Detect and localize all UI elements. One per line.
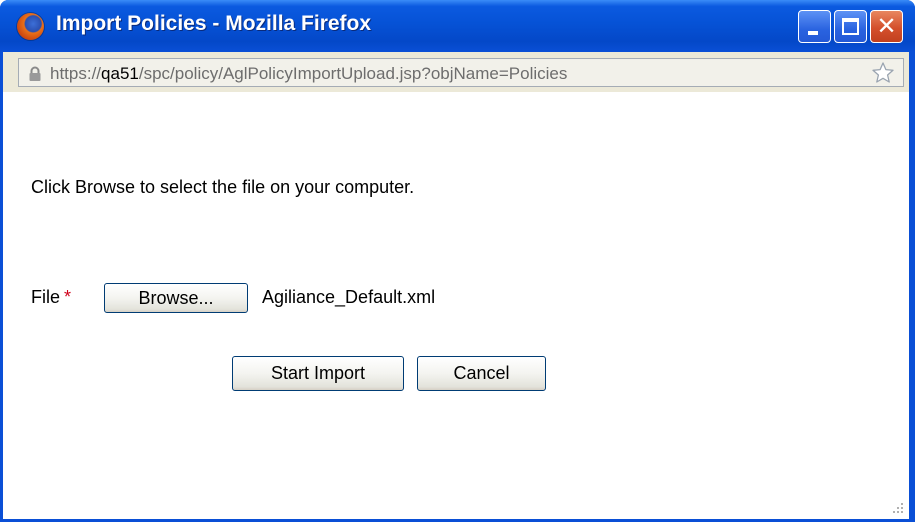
file-label: File *	[31, 287, 71, 308]
url-path: /spc/policy/AglPolicyImportUpload.jsp?ob…	[138, 64, 568, 83]
cancel-button[interactable]: Cancel	[417, 356, 546, 391]
browse-button[interactable]: Browse...	[104, 283, 248, 313]
url-prefix: https://	[50, 64, 102, 83]
star-icon[interactable]	[871, 61, 895, 85]
url-host: qa51	[101, 64, 139, 83]
address-bar: https://qa51/spc/policy/AglPolicyImportU…	[3, 52, 909, 92]
browser-window: Import Policies - Mozilla Firefox ✕ http…	[0, 0, 915, 522]
instructions-text: Click Browse to select the file on your …	[31, 177, 415, 197]
required-marker: *	[64, 287, 72, 307]
start-import-button[interactable]: Start Import	[232, 356, 404, 391]
window-title: Import Policies - Mozilla Firefox	[56, 12, 372, 35]
close-icon: ✕	[876, 12, 897, 40]
firefox-icon	[17, 13, 44, 40]
dialog-content: Click Browse to select the file on your …	[3, 92, 909, 519]
minimize-button[interactable]	[798, 10, 831, 43]
maximize-icon	[842, 18, 859, 35]
file-label-text: File	[31, 287, 61, 307]
close-button[interactable]: ✕	[870, 10, 903, 43]
minimize-icon	[808, 31, 818, 35]
resize-grip-icon[interactable]	[889, 499, 905, 515]
title-bar[interactable]: Import Policies - Mozilla Firefox ✕	[0, 0, 915, 52]
url-text: https://qa51/spc/policy/AglPolicyImportU…	[50, 64, 567, 84]
selected-file-name: Agiliance_Default.xml	[262, 287, 436, 307]
lock-icon	[29, 66, 41, 81]
maximize-button[interactable]	[834, 10, 867, 43]
